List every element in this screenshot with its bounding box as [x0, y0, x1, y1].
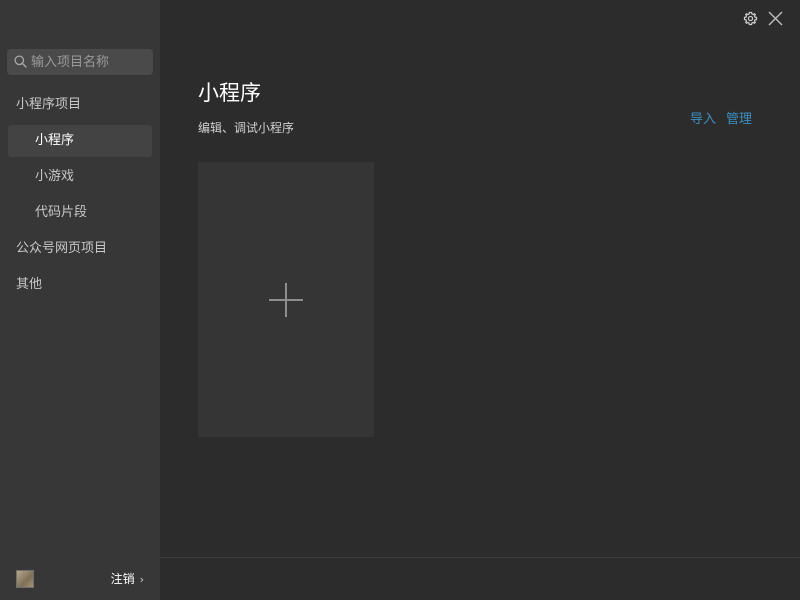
sidebar-group-other[interactable]: 其他	[0, 273, 160, 297]
close-icon[interactable]	[767, 10, 784, 27]
avatar[interactable]	[16, 570, 34, 588]
sidebar-group-label: 公众号网页项目	[16, 241, 108, 256]
gear-icon[interactable]	[743, 11, 758, 26]
import-link[interactable]: 导入	[690, 110, 716, 130]
search-box[interactable]	[7, 49, 153, 75]
sidebar: 小程序项目 小程序 小游戏 代码片段 公众号网页项目 其他 注销 ›	[0, 0, 160, 600]
sidebar-item-miniprogram[interactable]: 小程序	[8, 125, 152, 157]
page-title: 小程序	[198, 81, 261, 105]
sidebar-footer: 注销 ›	[0, 558, 160, 600]
sidebar-group-label: 其他	[16, 277, 43, 292]
app-window: 小程序项目 小程序 小游戏 代码片段 公众号网页项目 其他 注销 ›	[0, 0, 800, 600]
manage-link[interactable]: 管理	[726, 110, 752, 130]
logout-label: 注销	[110, 572, 135, 586]
sidebar-group-miniprogram[interactable]: 小程序项目	[0, 93, 160, 117]
sidebar-item-label: 代码片段	[35, 205, 88, 220]
sidebar-group-official-account-web[interactable]: 公众号网页项目	[0, 237, 160, 261]
plus-icon	[269, 283, 303, 317]
chevron-right-icon: ›	[139, 573, 144, 586]
search-icon	[14, 55, 27, 68]
logout-button[interactable]: 注销 ›	[111, 569, 144, 589]
search-input[interactable]	[31, 49, 149, 75]
main-panel: 小程序 编辑、调试小程序 导入 管理	[160, 0, 800, 600]
page-subtitle: 编辑、调试小程序	[198, 121, 295, 135]
new-project-card[interactable]	[198, 162, 374, 437]
sidebar-item-code-snippet[interactable]: 代码片段	[8, 197, 152, 229]
sidebar-group-label: 小程序项目	[16, 97, 82, 112]
sidebar-item-minigame[interactable]: 小游戏	[8, 161, 152, 193]
footer-divider	[160, 557, 800, 558]
sidebar-item-label: 小程序	[35, 133, 75, 148]
sidebar-item-label: 小游戏	[35, 169, 75, 184]
